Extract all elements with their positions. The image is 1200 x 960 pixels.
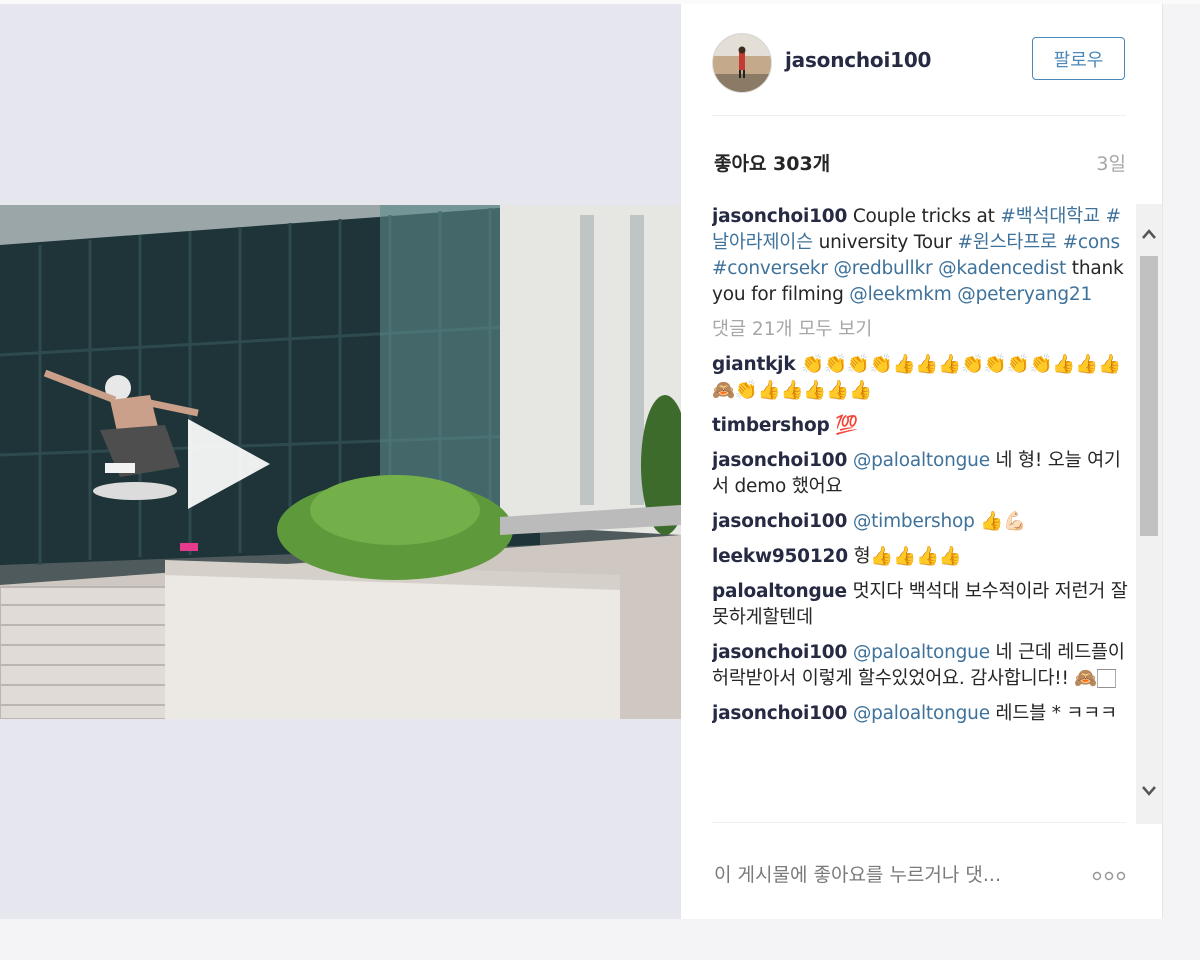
video-player[interactable] <box>0 205 681 719</box>
comment-item: jasonchoi100 @timbershop 👍💪🏻 <box>712 509 1136 535</box>
comment-text: 💯 <box>835 415 859 436</box>
comment-item: jasonchoi100 @paloaltongue 네 형! 오늘 여기서 d… <box>712 448 1136 500</box>
comment-username[interactable]: paloaltongue <box>712 581 847 602</box>
comment-username[interactable]: jasonchoi100 <box>712 703 847 724</box>
chevron-down-icon[interactable] <box>1139 780 1159 800</box>
caption-tag-link[interactable]: @kadencedist <box>938 258 1066 279</box>
caption-text-segment: Couple tricks at <box>852 206 1001 227</box>
comment-text: 👍💪🏻 <box>974 511 1027 532</box>
comment-username[interactable]: jasonchoi100 <box>712 642 847 663</box>
comment-mention-link[interactable]: @paloaltongue <box>853 642 990 663</box>
comment-item: timbershop 💯 <box>712 413 1136 439</box>
post-time[interactable]: 3일 <box>1096 149 1126 176</box>
comment-mention-link[interactable]: @paloaltongue <box>853 703 990 724</box>
caption-tag-link[interactable]: @peteryang21 <box>957 284 1092 305</box>
caption: jasonchoi100 Couple tricks at #백석대학교 #날아… <box>712 204 1136 308</box>
comments-scrollbar[interactable] <box>1136 204 1162 824</box>
post-sidebar: jasonchoi100 팔로우 좋아요 303개 3일 jasonchoi10… <box>681 4 1163 919</box>
comment-input[interactable] <box>714 860 1074 890</box>
caption-username[interactable]: jasonchoi100 <box>712 206 847 227</box>
caption-tag-link[interactable]: #cons <box>1063 232 1121 253</box>
caption-tag-link[interactable]: #conversekr <box>712 258 828 279</box>
comment-text: 형👍👍👍👍 <box>853 546 962 567</box>
follow-button[interactable]: 팔로우 <box>1032 37 1125 80</box>
comment-item: leekw950120 형👍👍👍👍 <box>712 544 1136 570</box>
view-all-comments-link[interactable]: 댓글 21개 모두 보기 <box>712 317 1136 343</box>
comment-username[interactable]: leekw950120 <box>712 546 848 567</box>
comment-username[interactable]: timbershop <box>712 415 830 436</box>
comment-username[interactable]: jasonchoi100 <box>712 511 847 532</box>
comment-item: jasonchoi100 @paloaltongue 레드블 * ㅋㅋㅋ <box>712 701 1136 727</box>
caption-tag-link[interactable]: @redbullkr <box>833 258 932 279</box>
comment-items: giantkjk 👏👏👏👏👍👍👍👏👏👏👏👍👍👍🙈👏👍👍👍👍👍 timbershop… <box>712 352 1136 727</box>
caption-text-segment: university Tour <box>812 232 958 253</box>
caption-tag-link[interactable]: #윈스타프로 <box>957 232 1057 253</box>
more-options-icon[interactable] <box>1091 866 1131 886</box>
header-divider <box>712 115 1126 116</box>
scrollbar-thumb[interactable] <box>1140 256 1158 536</box>
caption-tag-link[interactable]: @leekmkm <box>849 284 951 305</box>
comment-item: giantkjk 👏👏👏👏👍👍👍👏👏👏👏👍👍👍🙈👏👍👍👍👍👍 <box>712 352 1136 404</box>
avatar[interactable] <box>712 33 772 93</box>
comment-mention-link[interactable]: @timbershop <box>853 511 975 532</box>
comment-username[interactable]: giantkjk <box>712 354 796 375</box>
video-frame-illustration <box>0 205 681 719</box>
footer-divider <box>712 822 1126 823</box>
avatar-image <box>713 34 771 92</box>
comment-item: paloaltongue 멋지다 백석대 보수적이라 저런거 잘 못하게할텐데 <box>712 579 1136 631</box>
comment-mention-link[interactable]: @paloaltongue <box>853 450 990 471</box>
comments-list: jasonchoi100 Couple tricks at #백석대학교 #날아… <box>712 204 1136 824</box>
comment-item: jasonchoi100 @paloaltongue 네 근데 레드플이 허락받… <box>712 640 1136 692</box>
caption-tag-link[interactable]: #백석대학교 <box>1000 206 1100 227</box>
likes-count[interactable]: 좋아요 303개 <box>714 149 830 176</box>
play-icon[interactable] <box>178 414 278 514</box>
chevron-up-icon[interactable] <box>1139 224 1159 244</box>
media-pane <box>0 4 681 919</box>
post-author-username[interactable]: jasonchoi100 <box>785 48 931 72</box>
comment-username[interactable]: jasonchoi100 <box>712 450 847 471</box>
comment-text: 레드블 * ㅋㅋㅋ <box>989 703 1118 724</box>
post-header: jasonchoi100 팔로우 <box>681 4 1162 116</box>
